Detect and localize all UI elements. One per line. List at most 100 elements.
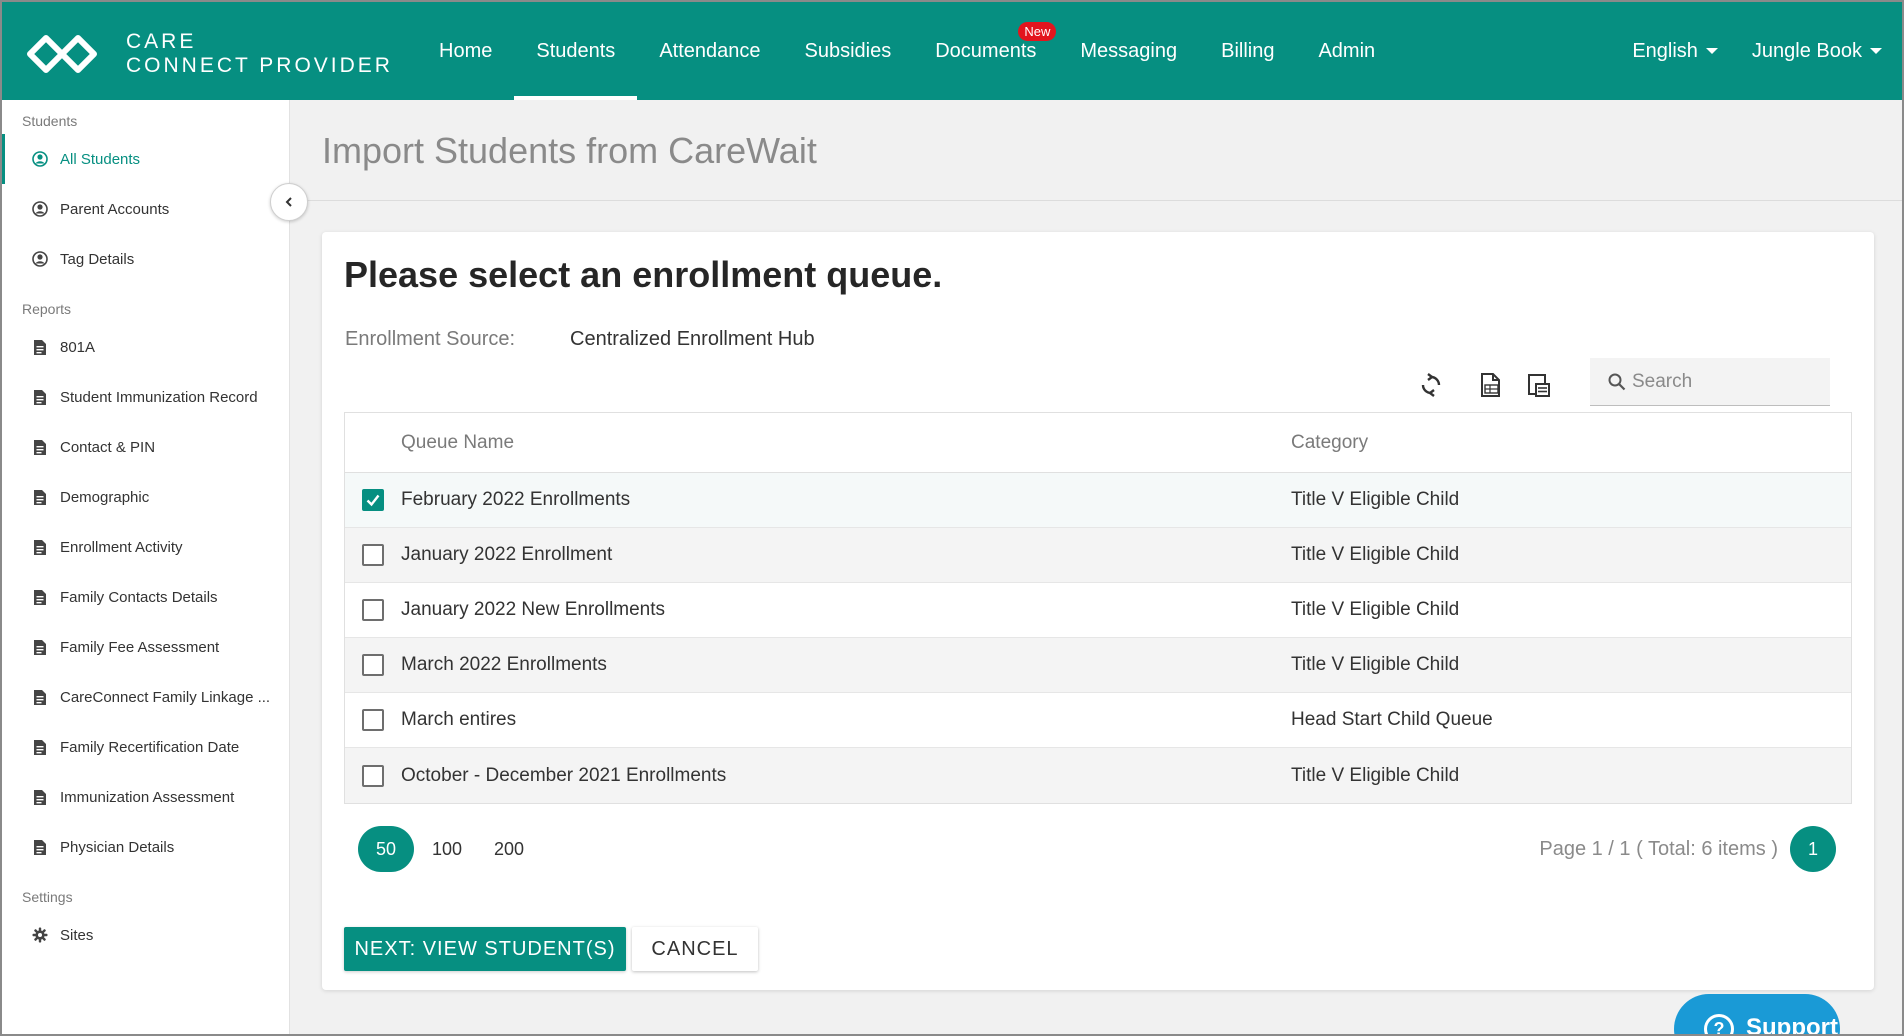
user-dropdown[interactable]: Jungle Book xyxy=(1752,40,1882,63)
sidebar-section-students: Students xyxy=(22,113,78,129)
column-chooser-button[interactable] xyxy=(1522,368,1556,402)
category-cell: Head Start Child Queue xyxy=(1291,709,1493,730)
document-icon xyxy=(32,488,48,506)
sidebar: Students All Students Parent Accounts Ta… xyxy=(2,100,290,1034)
logo-text-line1: CARE xyxy=(126,30,197,53)
page-size-100[interactable]: 100 xyxy=(424,826,470,872)
row-checkbox[interactable] xyxy=(362,599,384,621)
nav-admin[interactable]: Admin xyxy=(1296,2,1397,100)
nav-billing[interactable]: Billing xyxy=(1199,2,1296,100)
sidebar-item-immunization-assessment[interactable]: Immunization Assessment xyxy=(2,772,289,822)
refresh-icon xyxy=(1421,373,1441,397)
category-cell: Title V Eligible Child xyxy=(1291,599,1460,620)
table-row[interactable]: March 2022 Enrollments Title V Eligible … xyxy=(345,638,1851,693)
refresh-button[interactable] xyxy=(1414,368,1448,402)
sidebar-section-settings: Settings xyxy=(22,889,73,905)
sidebar-section-reports: Reports xyxy=(22,301,72,317)
table-row[interactable]: January 2022 New Enrollments Title V Eli… xyxy=(345,583,1851,638)
column-header-category[interactable]: Category xyxy=(1291,432,1851,454)
sidebar-item-tag-details[interactable]: Tag Details xyxy=(2,234,289,284)
queue-name-cell: October - December 2021 Enrollments xyxy=(401,764,727,786)
row-checkbox[interactable] xyxy=(362,709,384,731)
search-field xyxy=(1590,358,1830,406)
sidebar-item-student-immunization-record[interactable]: Student Immunization Record xyxy=(2,372,289,422)
sidebar-item-801a[interactable]: 801A xyxy=(2,322,289,372)
nav-home[interactable]: Home xyxy=(417,2,514,100)
nav-students[interactable]: Students xyxy=(514,2,638,100)
app-window: CARE CONNECT PROVIDER Home Students Atte… xyxy=(0,0,1904,1036)
sidebar-collapse-button[interactable] xyxy=(270,183,308,221)
page-info: Page 1 / 1 ( Total: 6 items ) xyxy=(1539,837,1778,860)
page-number-button[interactable]: 1 xyxy=(1790,826,1836,872)
spreadsheet-export-icon xyxy=(1481,373,1500,397)
enrollment-source-value: Centralized Enrollment Hub xyxy=(570,328,815,350)
language-dropdown[interactable]: English xyxy=(1632,40,1718,63)
logo-icon xyxy=(27,35,97,73)
sidebar-item-physician-details[interactable]: Physician Details xyxy=(2,822,289,872)
document-icon xyxy=(32,638,48,656)
category-cell: Title V Eligible Child xyxy=(1291,764,1460,786)
document-icon xyxy=(32,738,48,756)
row-checkbox[interactable] xyxy=(362,654,384,676)
column-header-queue-name[interactable]: Queue Name xyxy=(401,432,1291,454)
queue-name-cell: January 2022 Enrollment xyxy=(401,544,613,565)
nav-messaging[interactable]: Messaging xyxy=(1058,2,1199,100)
chevron-left-icon xyxy=(285,197,292,207)
next-view-students-button[interactable]: NEXT: VIEW STUDENT(S) xyxy=(344,927,626,971)
enrollment-source-label: Enrollment Source: xyxy=(345,328,516,350)
table-row[interactable]: October - December 2021 Enrollments Titl… xyxy=(345,748,1851,803)
sidebar-item-family-recertification-date[interactable]: Family Recertification Date xyxy=(2,722,289,772)
divider xyxy=(291,200,1902,201)
row-checkbox[interactable] xyxy=(362,544,384,566)
gear-icon xyxy=(32,926,48,944)
column-chooser-icon xyxy=(1528,374,1550,397)
table-header: Queue Name Category xyxy=(345,413,1851,473)
sidebar-item-enrollment-activity[interactable]: Enrollment Activity xyxy=(2,522,289,572)
search-input[interactable] xyxy=(1632,370,1812,393)
sidebar-item-family-fee-assessment[interactable]: Family Fee Assessment xyxy=(2,622,289,672)
nav-attendance[interactable]: Attendance xyxy=(637,2,782,100)
sidebar-item-careconnect-family-linkage[interactable]: CareConnect Family Linkage ... xyxy=(2,672,289,722)
queue-name-cell: March 2022 Enrollments xyxy=(401,654,607,675)
queue-name-cell: March entires xyxy=(401,709,517,730)
user-circle-icon xyxy=(32,200,48,218)
import-card: Please select an enrollment queue. Enrol… xyxy=(322,232,1874,990)
page-title: Import Students from CareWait xyxy=(322,130,817,171)
document-icon xyxy=(32,438,48,456)
nav-subsidies[interactable]: Subsidies xyxy=(783,2,914,100)
sidebar-item-demographic[interactable]: Demographic xyxy=(2,472,289,522)
card-heading: Please select an enrollment queue. xyxy=(344,254,943,295)
document-icon xyxy=(32,838,48,856)
sidebar-item-parent-accounts[interactable]: Parent Accounts xyxy=(2,184,289,234)
row-checkbox[interactable] xyxy=(362,764,384,787)
table-row[interactable]: February 2022 Enrollments Title V Eligib… xyxy=(345,473,1851,528)
sidebar-item-all-students[interactable]: All Students xyxy=(2,134,289,184)
document-icon xyxy=(32,588,48,606)
document-icon xyxy=(32,688,48,706)
caret-down-icon xyxy=(1705,48,1718,54)
sidebar-item-family-contacts-details[interactable]: Family Contacts Details xyxy=(2,572,289,622)
table-row[interactable]: January 2022 Enrollment Title V Eligible… xyxy=(345,528,1851,583)
queue-name-cell: February 2022 Enrollments xyxy=(401,489,631,510)
sidebar-item-contact-pin[interactable]: Contact & PIN xyxy=(2,422,289,472)
logo[interactable]: CARE CONNECT PROVIDER xyxy=(24,30,393,78)
row-checkbox[interactable] xyxy=(362,489,384,511)
nav-documents[interactable]: Documents New xyxy=(913,2,1058,100)
page-size-200[interactable]: 200 xyxy=(484,826,534,872)
user-circle-icon xyxy=(32,250,48,268)
queue-name-cell: January 2022 New Enrollments xyxy=(401,599,666,620)
user-circle-icon xyxy=(32,150,48,168)
queue-table: Queue Name Category February 2022 Enroll… xyxy=(344,412,1852,804)
document-icon xyxy=(32,338,48,356)
sidebar-item-sites[interactable]: Sites xyxy=(2,910,289,960)
support-button[interactable]: ? Support xyxy=(1674,994,1840,1034)
page-size-50[interactable]: 50 xyxy=(358,826,414,872)
table-row[interactable]: March entires Head Start Child Queue xyxy=(345,693,1851,748)
cancel-button[interactable]: CANCEL xyxy=(632,927,758,971)
main-nav: Home Students Attendance Subsidies Docum… xyxy=(417,2,1397,100)
category-cell: Title V Eligible Child xyxy=(1291,489,1460,510)
export-excel-button[interactable] xyxy=(1474,368,1508,402)
document-icon xyxy=(32,388,48,406)
new-badge: New xyxy=(1018,22,1057,41)
category-cell: Title V Eligible Child xyxy=(1291,654,1460,675)
